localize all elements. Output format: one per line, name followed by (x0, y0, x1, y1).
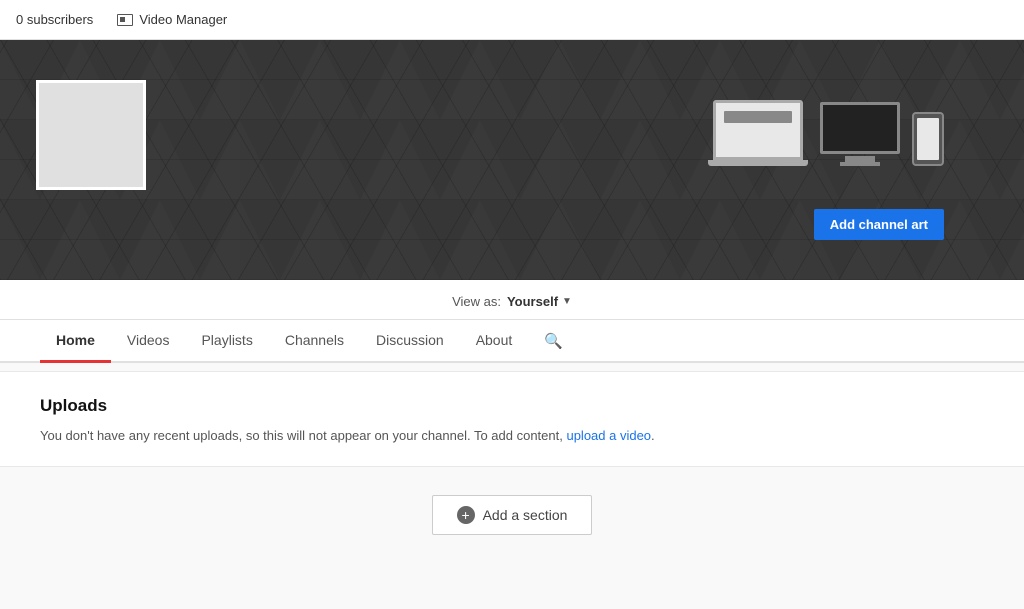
device-icons (708, 100, 944, 166)
top-bar: 0 subscribers Video Manager (0, 0, 1024, 40)
view-as-bar: View as: Yourself ▼ (0, 280, 1024, 320)
laptop-base (708, 160, 808, 166)
add-channel-art-button[interactable]: Add channel art (814, 209, 944, 240)
laptop-screen-inner (724, 111, 792, 123)
add-section-bar: + Add a section (0, 475, 1024, 555)
add-section-button[interactable]: + Add a section (432, 495, 593, 535)
view-as-label: View as: (452, 294, 501, 309)
view-as-selector[interactable]: Yourself ▼ (507, 294, 572, 309)
upload-a-video-link[interactable]: upload a video (566, 428, 651, 443)
uploads-description: You don't have any recent uploads, so th… (40, 426, 984, 446)
laptop-screen (713, 100, 803, 160)
tv-device-icon (820, 102, 900, 166)
video-manager-link[interactable]: Video Manager (117, 12, 227, 27)
tab-playlists[interactable]: Playlists (185, 320, 268, 363)
plus-circle-icon: + (457, 506, 475, 524)
subscriber-count: 0 subscribers (16, 12, 93, 27)
tab-discussion[interactable]: Discussion (360, 320, 460, 363)
uploads-section: Uploads You don't have any recent upload… (0, 371, 1024, 467)
phone-device-icon (912, 112, 944, 166)
video-manager-icon (117, 14, 133, 26)
uploads-title: Uploads (40, 396, 984, 416)
tab-about[interactable]: About (460, 320, 529, 363)
laptop-device-icon (708, 100, 808, 166)
search-icon[interactable]: 🔍 (536, 322, 571, 360)
chevron-down-icon: ▼ (562, 296, 572, 307)
channel-banner: Add channel art (0, 40, 1024, 280)
uploads-description-suffix: . (651, 428, 655, 443)
tv-screen (820, 102, 900, 154)
video-manager-label: Video Manager (139, 12, 227, 27)
view-as-value: Yourself (507, 294, 558, 309)
tab-home[interactable]: Home (40, 320, 111, 363)
uploads-description-text: You don't have any recent uploads, so th… (40, 428, 563, 443)
tab-channels[interactable]: Channels (269, 320, 360, 363)
tabs-bar: Home Videos Playlists Channels Discussio… (0, 320, 1024, 363)
tv-base (840, 162, 880, 166)
channel-avatar (36, 80, 146, 190)
phone-screen (917, 118, 939, 160)
add-section-label: Add a section (483, 507, 568, 523)
tab-videos[interactable]: Videos (111, 320, 186, 363)
